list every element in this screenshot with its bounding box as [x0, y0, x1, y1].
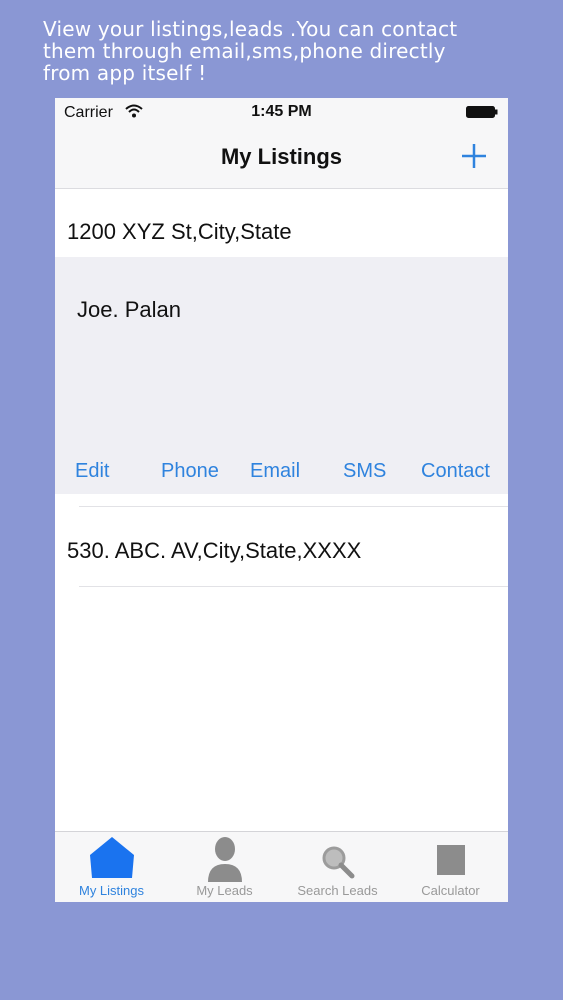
promo-line-3: from app itself ! [43, 61, 207, 85]
listing-address: 1200 XYZ St,City,State [67, 219, 292, 244]
person-icon [207, 837, 242, 882]
tab-calculator[interactable]: Calculator [394, 832, 507, 902]
tab-label: My Listings [78, 883, 145, 898]
tab-my-listings[interactable]: My Listings [55, 832, 168, 902]
tab-label: Calculator [421, 883, 480, 898]
row-divider [79, 586, 508, 587]
sms-button[interactable]: SMS [343, 460, 386, 483]
magnifier-icon [322, 846, 354, 879]
tab-label: My Leads [196, 883, 253, 898]
promo-caption: View your listings,leads .You can contac… [43, 18, 523, 84]
status-bar: Carrier 1:45 PM [55, 98, 508, 128]
promo-line-2: them through email,sms,phone directly [43, 39, 446, 63]
promo-line-1: View your listings,leads .You can contac… [43, 17, 458, 41]
listing-address: 530. ABC. AV,City,State,XXXX [67, 538, 362, 563]
listing-row[interactable]: 1200 XYZ St,City,State [55, 189, 508, 257]
contact-name: Joe. Palan [77, 297, 181, 322]
phone-screen: Carrier 1:45 PM My Listings 1200 XYZ St,… [55, 98, 508, 902]
tab-my-leads[interactable]: My Leads [168, 832, 281, 902]
contact-button[interactable]: Contact [421, 460, 490, 483]
tab-bar: My Listings My Leads Search Leads Calcul… [55, 831, 508, 902]
listing-row[interactable]: 530. ABC. AV,City,State,XXXX [55, 507, 508, 586]
page-title: My Listings [220, 144, 342, 169]
tab-search-leads[interactable]: Search Leads [281, 832, 394, 902]
plus-icon[interactable] [460, 142, 488, 170]
edit-button[interactable]: Edit [75, 460, 109, 483]
listing-actions: Edit Phone Email SMS Contact [55, 460, 508, 488]
listing-detail-panel: Joe. Palan Edit Phone Email SMS Contact [55, 257, 508, 494]
status-time: 1:45 PM [251, 103, 312, 120]
navigation-bar: My Listings [55, 128, 508, 189]
tab-label: Search Leads [297, 883, 378, 898]
email-button[interactable]: Email [250, 460, 300, 483]
phone-button[interactable]: Phone [161, 460, 219, 483]
calculator-icon [436, 845, 465, 875]
battery-icon [466, 106, 498, 118]
house-icon [89, 837, 134, 878]
